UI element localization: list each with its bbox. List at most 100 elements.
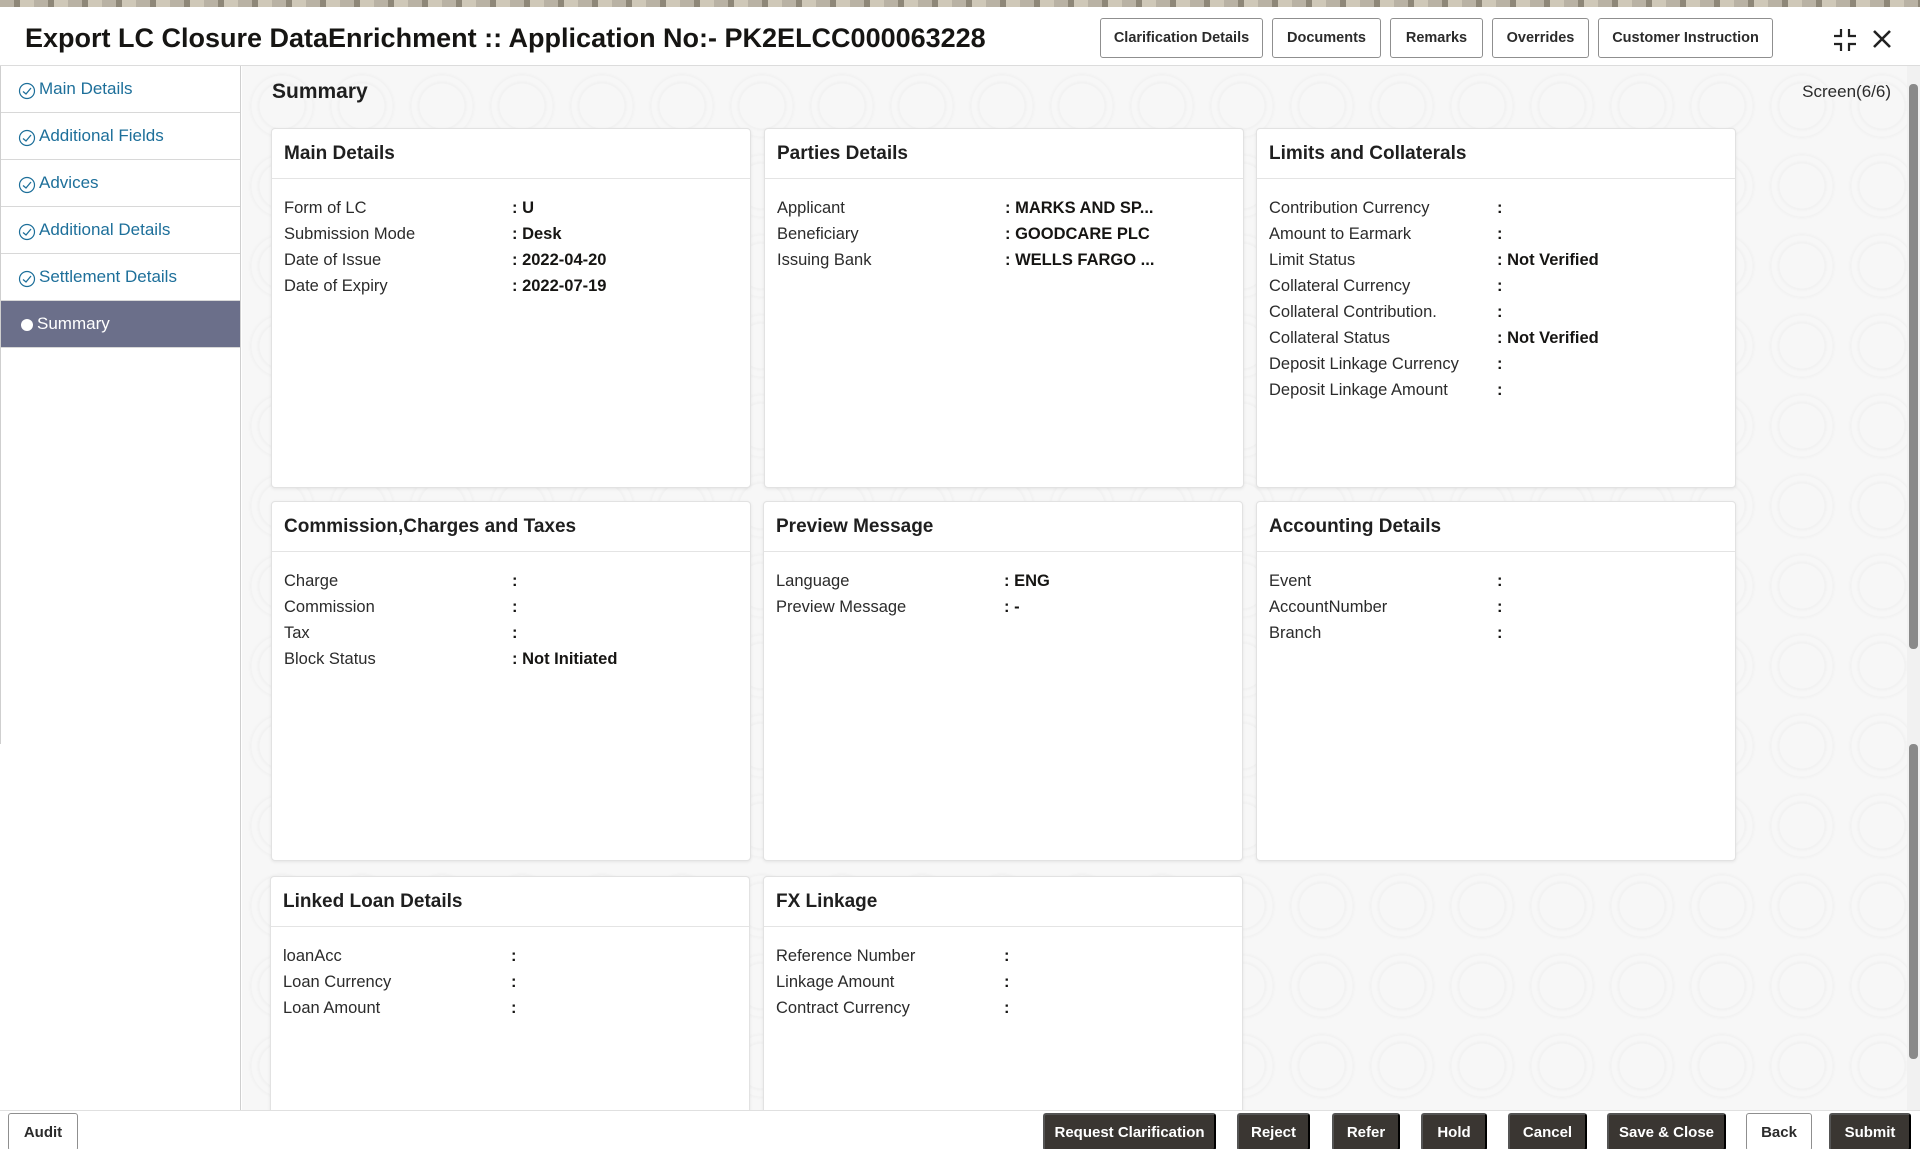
detail-row: Language: ENG xyxy=(776,568,1230,594)
detail-row: Limit Status: Not Verified xyxy=(1269,247,1723,273)
sidebar-item-settlement-details[interactable]: Settlement Details xyxy=(1,254,240,301)
sidebar-item-summary[interactable]: Summary xyxy=(1,301,240,348)
card-fx-linkage[interactable]: FX Linkage Reference Number: Linkage Amo… xyxy=(763,876,1243,1110)
check-circle-icon xyxy=(18,176,36,194)
detail-row: Issuing Bank: WELLS FARGO ... xyxy=(777,247,1231,273)
field-value: : WELLS FARGO ... xyxy=(1005,251,1154,270)
check-circle-icon xyxy=(18,82,36,100)
sidebar-item-label: Settlement Details xyxy=(39,267,177,287)
field-value: : xyxy=(511,973,517,992)
field-label: Collateral Currency xyxy=(1269,277,1497,296)
field-value: : 2022-04-20 xyxy=(512,251,606,270)
field-value: : GOODCARE PLC xyxy=(1005,225,1150,244)
field-label: Branch xyxy=(1269,624,1497,643)
sidebar-lower-panel xyxy=(0,744,241,1110)
check-circle-icon xyxy=(18,129,36,147)
detail-row: AccountNumber: xyxy=(1269,594,1723,620)
detail-row: Contribution Currency: xyxy=(1269,195,1723,221)
sidebar-nav: Main Details Additional Fields Advices A… xyxy=(0,66,241,744)
sidebar-item-label: Additional Fields xyxy=(39,126,164,146)
detail-row: Collateral Currency: xyxy=(1269,273,1723,299)
field-value: : xyxy=(1497,199,1503,218)
card-linked-loan-details[interactable]: Linked Loan Details loanAcc: Loan Curren… xyxy=(270,876,750,1110)
card-accounting-details[interactable]: Accounting Details Event: AccountNumber:… xyxy=(1256,501,1736,861)
field-label: Issuing Bank xyxy=(777,251,1005,270)
field-label: Deposit Linkage Currency xyxy=(1269,355,1497,374)
field-label: Limit Status xyxy=(1269,251,1497,270)
field-value: : xyxy=(1004,973,1010,992)
refer-button[interactable]: Refer xyxy=(1332,1113,1400,1149)
detail-row: Collateral Contribution.: xyxy=(1269,299,1723,325)
field-value: : xyxy=(1004,947,1010,966)
card-preview-message[interactable]: Preview Message Language: ENG Preview Me… xyxy=(763,501,1243,861)
field-label: Preview Message xyxy=(776,598,1004,617)
detail-row: Amount to Earmark: xyxy=(1269,221,1723,247)
collapse-screen-icon[interactable] xyxy=(1832,27,1858,53)
header: Export LC Closure DataEnrichment :: Appl… xyxy=(0,7,1920,66)
request-clarification-button[interactable]: Request Clarification xyxy=(1043,1113,1216,1149)
field-value: : xyxy=(512,598,518,617)
check-circle-icon xyxy=(18,270,36,288)
detail-row: loanAcc: xyxy=(283,943,737,969)
field-label: loanAcc xyxy=(283,947,511,966)
field-value: : U xyxy=(512,199,534,218)
header-actions: Clarification Details Documents Remarks … xyxy=(1100,18,1782,58)
card-limits-collaterals[interactable]: Limits and Collaterals Contribution Curr… xyxy=(1256,128,1736,488)
field-label: Form of LC xyxy=(284,199,512,218)
field-value: : xyxy=(512,572,518,591)
card-parties-details[interactable]: Parties Details Applicant: MARKS AND SP.… xyxy=(764,128,1244,488)
remarks-button[interactable]: Remarks xyxy=(1390,18,1483,58)
sidebar-item-additional-fields[interactable]: Additional Fields xyxy=(1,113,240,160)
save-close-button[interactable]: Save & Close xyxy=(1607,1113,1726,1149)
vertical-scrollbar[interactable] xyxy=(1907,66,1920,1110)
scrollbar-thumb[interactable] xyxy=(1909,84,1918,649)
detail-row: Beneficiary: GOODCARE PLC xyxy=(777,221,1231,247)
sidebar-item-additional-details[interactable]: Additional Details xyxy=(1,207,240,254)
detail-row: Deposit Linkage Currency: xyxy=(1269,351,1723,377)
back-button[interactable]: Back xyxy=(1746,1113,1812,1149)
card-commission-charges-taxes[interactable]: Commission,Charges and Taxes Charge: Com… xyxy=(271,501,751,861)
field-label: Reference Number xyxy=(776,947,1004,966)
detail-row: Preview Message: - xyxy=(776,594,1230,620)
overrides-button[interactable]: Overrides xyxy=(1492,18,1589,58)
detail-row: Event: xyxy=(1269,568,1723,594)
reject-button[interactable]: Reject xyxy=(1237,1113,1310,1149)
card-main-details[interactable]: Main Details Form of LC: U Submission Mo… xyxy=(271,128,751,488)
field-label: AccountNumber xyxy=(1269,598,1497,617)
field-value: : xyxy=(1497,598,1503,617)
audit-button[interactable]: Audit xyxy=(8,1113,78,1149)
sidebar-item-advices[interactable]: Advices xyxy=(1,160,240,207)
field-value: : ENG xyxy=(1004,572,1050,591)
customer-instruction-button[interactable]: Customer Instruction xyxy=(1598,18,1773,58)
scrollbar-thumb[interactable] xyxy=(1909,744,1918,1059)
field-value: : xyxy=(511,947,517,966)
card-title: Linked Loan Details xyxy=(271,877,749,927)
detail-row: Date of Expiry: 2022-07-19 xyxy=(284,273,738,299)
field-label: Collateral Status xyxy=(1269,329,1497,348)
field-label: Date of Expiry xyxy=(284,277,512,296)
field-value: : xyxy=(1497,277,1503,296)
sidebar-item-main-details[interactable]: Main Details xyxy=(1,66,240,113)
clarification-details-button[interactable]: Clarification Details xyxy=(1100,18,1263,58)
field-label: Charge xyxy=(284,572,512,591)
hold-button[interactable]: Hold xyxy=(1421,1113,1487,1149)
detail-row: Submission Mode: Desk xyxy=(284,221,738,247)
detail-row: Branch: xyxy=(1269,620,1723,646)
detail-row: Form of LC: U xyxy=(284,195,738,221)
detail-row: Contract Currency: xyxy=(776,995,1230,1021)
field-value: : xyxy=(1497,355,1503,374)
field-value: : Not Verified xyxy=(1497,251,1599,270)
field-label: Amount to Earmark xyxy=(1269,225,1497,244)
documents-button[interactable]: Documents xyxy=(1272,18,1381,58)
section-title: Summary xyxy=(272,80,368,104)
sidebar-item-label: Summary xyxy=(37,314,110,334)
card-title: FX Linkage xyxy=(764,877,1242,927)
detail-row: Linkage Amount: xyxy=(776,969,1230,995)
field-value: : xyxy=(1497,225,1503,244)
close-icon[interactable] xyxy=(1870,27,1894,51)
cancel-button[interactable]: Cancel xyxy=(1508,1113,1587,1149)
card-title: Limits and Collaterals xyxy=(1257,129,1735,179)
submit-button[interactable]: Submit xyxy=(1829,1113,1911,1149)
top-banner-strip xyxy=(0,0,1920,7)
card-title: Preview Message xyxy=(764,502,1242,552)
